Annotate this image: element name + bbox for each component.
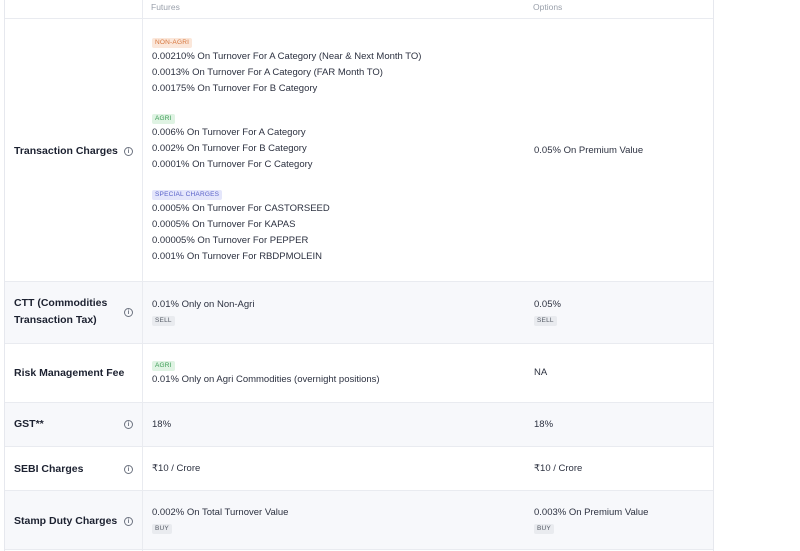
futures-cell: 0.002% On Total Turnover Value BUY [152, 505, 288, 535]
options-value: 0.05% On Premium Value [534, 145, 644, 156]
options-value: 18% [534, 419, 554, 430]
futures-value: ₹10 / Crore [152, 463, 201, 474]
info-icon[interactable]: i [124, 420, 133, 429]
options-value: NA [534, 367, 548, 378]
futures-cell: 18% [152, 417, 171, 433]
futures-value: 18% [152, 419, 172, 430]
info-icon[interactable]: i [124, 308, 133, 317]
sell-badge: SELL [152, 316, 175, 326]
sell-badge: SELL [534, 316, 557, 326]
options-value: 0.05% [534, 299, 561, 310]
futures-cell: AGRI 0.01% Only on Agri Commodities (ove… [152, 358, 380, 388]
options-value: ₹10 / Crore [534, 463, 583, 474]
charge-line: 0.0013% On Turnover For A Category (FAR … [152, 67, 383, 78]
options-cell: 0.05% SELL [534, 297, 561, 327]
agri-badge: AGRI [152, 114, 175, 124]
info-icon[interactable]: i [124, 517, 133, 526]
charge-line: 0.002% On Turnover For B Category [152, 143, 307, 154]
buy-badge: BUY [152, 524, 172, 534]
charge-line: 0.0005% On Turnover For KAPAS [152, 219, 296, 230]
header-options: Options [533, 2, 563, 12]
futures-cell: 0.01% Only on Non-Agri SELL [152, 297, 254, 327]
charge-line: 0.00175% On Turnover For B Category [152, 83, 318, 94]
non-agri-badge: NON-AGRI [152, 38, 193, 48]
row-label-line: CTT (Commodities [14, 297, 108, 309]
info-icon[interactable]: i [124, 147, 133, 156]
charge-line: 0.006% On Turnover For A Category [152, 127, 306, 138]
charge-line: 0.00210% On Turnover For A Category (Nea… [152, 51, 422, 62]
options-value: 0.003% On Premium Value [534, 507, 649, 518]
charge-line: 0.0005% On Turnover For CASTORSEED [152, 203, 330, 214]
futures-value: 0.002% On Total Turnover Value [152, 507, 289, 518]
row-stamp-duty-charges: Stamp Duty Charges i 0.002% On Total Tur… [5, 491, 713, 550]
row-label-line: Transaction Tax) [14, 314, 97, 326]
futures-cell: ₹10 / Crore [152, 461, 200, 477]
column-divider [142, 0, 143, 551]
info-icon[interactable]: i [124, 465, 133, 474]
table-header: Futures Options [5, 0, 713, 19]
header-futures: Futures [151, 2, 180, 12]
row-gst: GST** i 18% 18% [5, 403, 713, 447]
options-cell: 0.05% On Premium Value [534, 143, 643, 159]
row-label: Stamp Duty Charges [14, 515, 118, 527]
futures-cell: NON-AGRI 0.00210% On Turnover For A Cate… [152, 35, 421, 265]
charge-line: 0.0001% On Turnover For C Category [152, 159, 313, 170]
special-charges-badge: SPECIAL CHARGES [152, 190, 223, 200]
futures-value: 0.01% Only on Non-Agri [152, 299, 255, 310]
charge-line: 0.001% On Turnover For RBDPMOLEIN [152, 251, 323, 262]
row-label: Transaction Charges [14, 145, 118, 157]
row-label: GST** [14, 418, 44, 430]
options-cell: 18% [534, 417, 553, 433]
row-label: SEBI Charges [14, 463, 84, 475]
options-cell: ₹10 / Crore [534, 461, 582, 477]
options-cell: NA [534, 365, 547, 381]
row-sebi-charges: SEBI Charges i ₹10 / Crore ₹10 / Crore [5, 447, 713, 491]
charges-table: Futures Options Transaction Charges i NO… [4, 0, 714, 551]
row-label: Risk Management Fee [14, 367, 125, 379]
row-transaction-charges: Transaction Charges i NON-AGRI 0.00210% … [5, 19, 713, 282]
row-risk-management-fee: Risk Management Fee AGRI 0.01% Only on A… [5, 344, 713, 403]
futures-value: 0.01% Only on Agri Commodities (overnigh… [152, 374, 380, 385]
charge-line: 0.00005% On Turnover For PEPPER [152, 235, 309, 246]
row-ctt: CTT (Commodities Transaction Tax) i 0.01… [5, 282, 713, 344]
options-cell: 0.003% On Premium Value BUY [534, 505, 648, 535]
row-label: CTT (Commodities Transaction Tax) [14, 295, 107, 329]
buy-badge: BUY [534, 524, 554, 534]
agri-badge: AGRI [152, 361, 175, 371]
